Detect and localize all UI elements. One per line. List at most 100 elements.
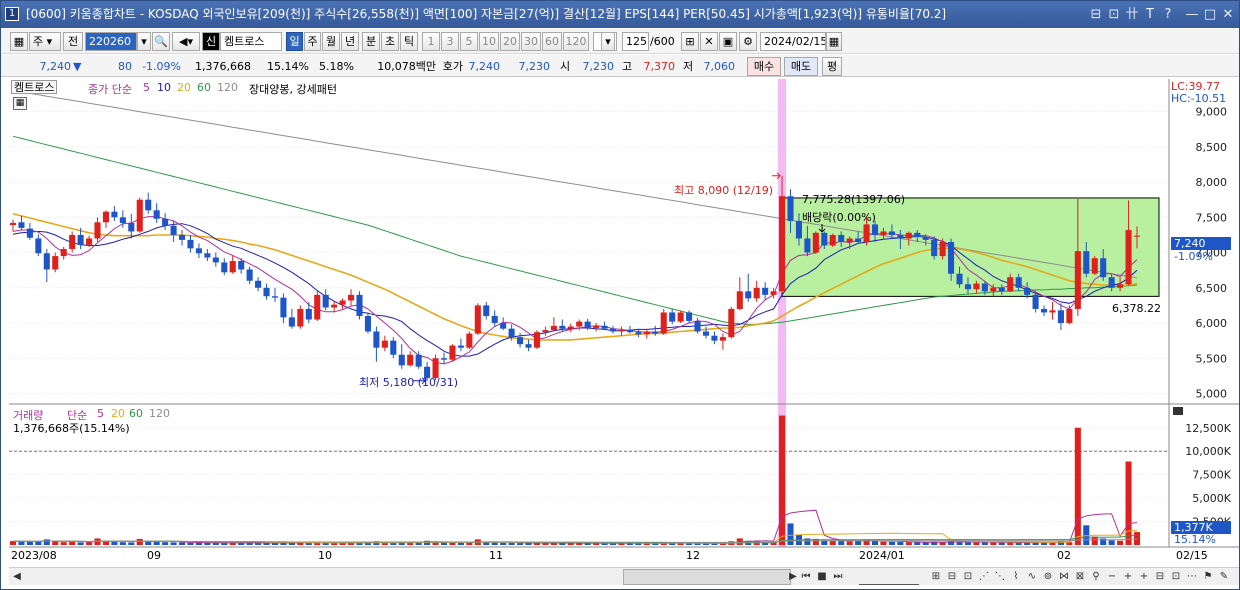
market-select[interactable]: 주 ▾ [29,32,61,51]
interval-30-button[interactable]: 30 [521,32,541,51]
zoom-icon[interactable]: ⚲ [1089,569,1103,585]
tool-8-icon[interactable]: ⊚ [1041,569,1055,585]
candle-body [500,323,507,329]
stock-name-field[interactable]: 켐트로스 [220,32,282,51]
interval-1-button[interactable]: 1 [422,32,440,51]
candle-body [702,331,710,336]
candle-body [956,273,963,285]
period-month-button[interactable]: 월 [322,32,340,51]
ma5-legend[interactable]: 5 [143,81,150,94]
tool-10-icon[interactable]: ⊠ [1073,569,1087,585]
candle-body [111,211,118,218]
tool-5-icon[interactable]: ⋱ [993,569,1007,585]
maximize-icon[interactable]: □ [1202,1,1218,28]
code-dropdown-icon[interactable]: ▾ [137,32,151,51]
pin-icon[interactable]: 卄 [1124,1,1140,28]
chart-canvas[interactable]: 9,0008,5008,0007,5007,0006,5006,0005,500… [9,79,1239,567]
scroll-right-icon[interactable]: ▶ [787,569,799,585]
tool-3-icon[interactable]: ⊡ [961,569,975,585]
volume-ma20-legend[interactable]: 20 [111,407,125,420]
interval-120-button[interactable]: 120 [563,32,589,51]
chart-area[interactable]: 9,000 8,500 8,000 7,500 7,000 6,500 6,000 5,500… [9,79,1239,567]
screen-icon[interactable]: ⊡ [1106,1,1122,28]
volume-value-label: 1,376,668주(15.14%) [13,422,130,435]
period-day-button[interactable]: 일 [286,32,303,51]
close-icon[interactable]: ✕ [1220,1,1236,28]
settings-icon[interactable]: ⚙ [739,32,757,51]
tool-12-icon[interactable]: ⊡ [1169,569,1183,585]
buy-button[interactable]: 매수 [747,57,781,76]
zoom-in-icon[interactable]: + [1121,569,1135,585]
stock-legend[interactable]: 켐트로스 [11,80,58,94]
save-icon[interactable]: ▣ [719,32,737,51]
zoom-slider[interactable] [859,569,919,585]
horizontal-scrollbar[interactable]: ◀ ▶ ⏮ ■ ⏭ ⊞ ⊟ ⊡ ⋰ ⋱ ⌇ ∿ ⊚ ⋈ ⊠ ⚲ − + + ⊟ … [9,567,1239,585]
sell-button[interactable]: 매도 [784,57,818,76]
interval-5-button[interactable]: 5 [460,32,478,51]
tool-7-icon[interactable]: ∿ [1025,569,1039,585]
tool-2-icon[interactable]: ⊟ [945,569,959,585]
crosshair-icon[interactable]: ✕ [700,32,718,51]
prev-toggle[interactable]: 전 [63,32,83,51]
volume-bar [170,542,177,545]
scroll-thumb[interactable] [623,569,791,585]
count-input[interactable]: 125 [622,32,649,51]
period-second-button[interactable]: 초 [381,32,399,51]
grid-menu-icon[interactable]: ▦ [10,32,28,51]
period-tick-button[interactable]: 틱 [400,32,418,51]
tool-11-icon[interactable]: ⊟ [1153,569,1167,585]
tool-13-icon[interactable]: ⋯ [1185,569,1199,585]
ma20-legend[interactable]: 20 [177,81,191,94]
ma10-legend[interactable]: 10 [157,81,171,94]
interval-dropdown-icon[interactable]: ▾ [601,32,615,51]
cursor-icon[interactable]: + [1137,569,1151,585]
tool-4-icon[interactable]: ⋰ [977,569,991,585]
zoom-out-icon[interactable]: − [1105,569,1119,585]
calendar-icon[interactable]: ▦ [826,32,842,51]
stock-code-input[interactable]: 220260 [85,32,137,51]
candle-body [905,232,912,239]
help-icon[interactable]: ? [1160,1,1176,28]
ma-legend-label[interactable]: 종가 단순 [88,81,132,97]
stop-icon[interactable]: ■ [815,569,829,585]
period-week-button[interactable]: 주 [304,32,321,51]
ma60-legend[interactable]: 60 [197,81,211,94]
period-year-button[interactable]: 년 [341,32,359,51]
bid-price: 7,230 [518,60,551,73]
tool-14-icon[interactable]: ⚑ [1201,569,1215,585]
layout-icon[interactable]: ⊟ [1088,1,1104,28]
last-page-icon[interactable]: ⏭ [831,569,845,585]
font-icon[interactable]: T [1142,1,1158,28]
volume-icon[interactable]: ◀▾ [172,32,200,51]
interval-60-button[interactable]: 60 [542,32,562,51]
date-input[interactable]: 2024/02/15 [760,32,826,51]
volume-ma120-legend[interactable]: 120 [149,407,170,420]
tool-15-icon[interactable]: ✎ [1217,569,1231,585]
ma120-legend[interactable]: 120 [217,81,238,94]
box-top-label: 7,775.28(1397.06) [802,193,906,206]
period-minute-button[interactable]: 분 [362,32,380,51]
tool-6-icon[interactable]: ⌇ [1009,569,1023,585]
indicator-icon[interactable]: ⊞ [681,32,699,51]
volume-bar [43,539,50,545]
scroll-left-icon[interactable]: ◀ [11,569,23,585]
panel-collapse-icon[interactable] [1173,407,1183,415]
search-icon[interactable]: 🔍 [152,32,170,51]
first-page-icon[interactable]: ⏮ [799,569,813,585]
candle-body [322,294,329,308]
minimize-icon[interactable]: — [1184,1,1200,28]
volume-ma5-legend[interactable]: 5 [97,407,104,420]
volume-ma60-legend[interactable]: 60 [129,407,143,420]
average-button[interactable]: 평 [822,57,842,76]
interval-10-button[interactable]: 10 [479,32,499,51]
calculator-icon[interactable]: ▦ [13,97,27,110]
volume-bar [221,543,228,545]
candle-body [686,312,693,321]
tool-9-icon[interactable]: ⋈ [1057,569,1071,585]
interval-20-button[interactable]: 20 [500,32,520,51]
volume-value: 1,376,668 [195,60,251,73]
volume-bar [500,542,507,545]
pattern-legend[interactable]: 장대양봉, 강세패턴 [249,81,337,97]
tool-1-icon[interactable]: ⊞ [929,569,943,585]
interval-3-button[interactable]: 3 [441,32,459,51]
